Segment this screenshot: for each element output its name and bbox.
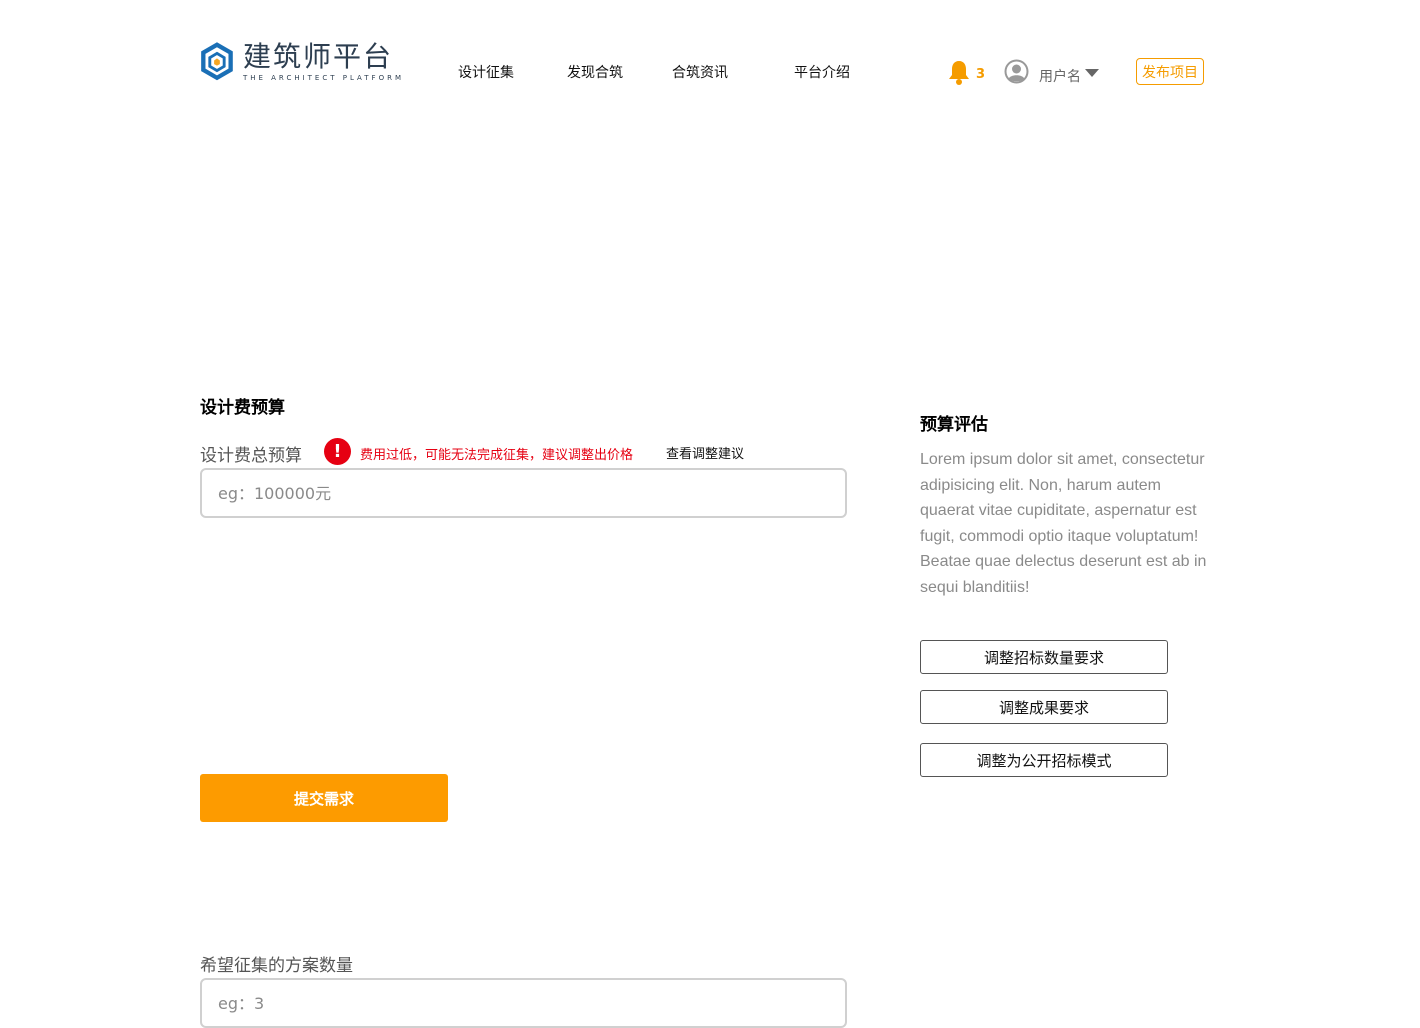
- budget-warning-text: 费用过低，可能无法完成征集，建议调整出价格: [360, 448, 634, 463]
- username[interactable]: 用户名: [1039, 66, 1081, 86]
- avatar-icon[interactable]: [1004, 59, 1029, 84]
- publish-project-button[interactable]: 发布项目: [1136, 58, 1204, 85]
- evaluation-description: Lorem ipsum dolor sit amet, consectetur …: [920, 451, 1207, 596]
- brand-logo[interactable]: 建筑师平台 THE ARCHITECT PLATFORM: [199, 36, 404, 88]
- total-budget-label: 设计费总预算: [200, 446, 302, 466]
- nav-design-collection[interactable]: 设计征集: [458, 62, 514, 82]
- nav-news[interactable]: 合筑资讯: [672, 62, 728, 82]
- quantity-input[interactable]: [200, 978, 847, 1028]
- notification-count: 3: [976, 67, 986, 82]
- logo-icon: [201, 42, 233, 81]
- logo-title: 建筑师平台: [242, 40, 393, 73]
- evaluation-title: 预算评估: [920, 415, 988, 435]
- chevron-down-icon[interactable]: [1085, 69, 1099, 77]
- nav-discover[interactable]: 发现合筑: [567, 62, 623, 82]
- section-title-budget: 设计费预算: [200, 398, 285, 418]
- warning-icon: !: [324, 438, 351, 465]
- switch-public-bidding-button[interactable]: 调整为公开招标模式: [920, 743, 1168, 777]
- adjust-bid-count-button[interactable]: 调整招标数量要求: [920, 640, 1168, 674]
- adjust-deliverables-button[interactable]: 调整成果要求: [920, 690, 1168, 724]
- submit-request-button[interactable]: 提交需求: [200, 774, 448, 822]
- nav-about[interactable]: 平台介绍: [794, 62, 850, 82]
- quantity-label: 希望征集的方案数量: [200, 956, 353, 976]
- view-suggestions-link[interactable]: 查看调整建议: [666, 443, 744, 462]
- logo-subtitle: THE ARCHITECT PLATFORM: [242, 74, 404, 82]
- bell-icon[interactable]: [947, 59, 971, 85]
- total-budget-input[interactable]: [200, 468, 847, 518]
